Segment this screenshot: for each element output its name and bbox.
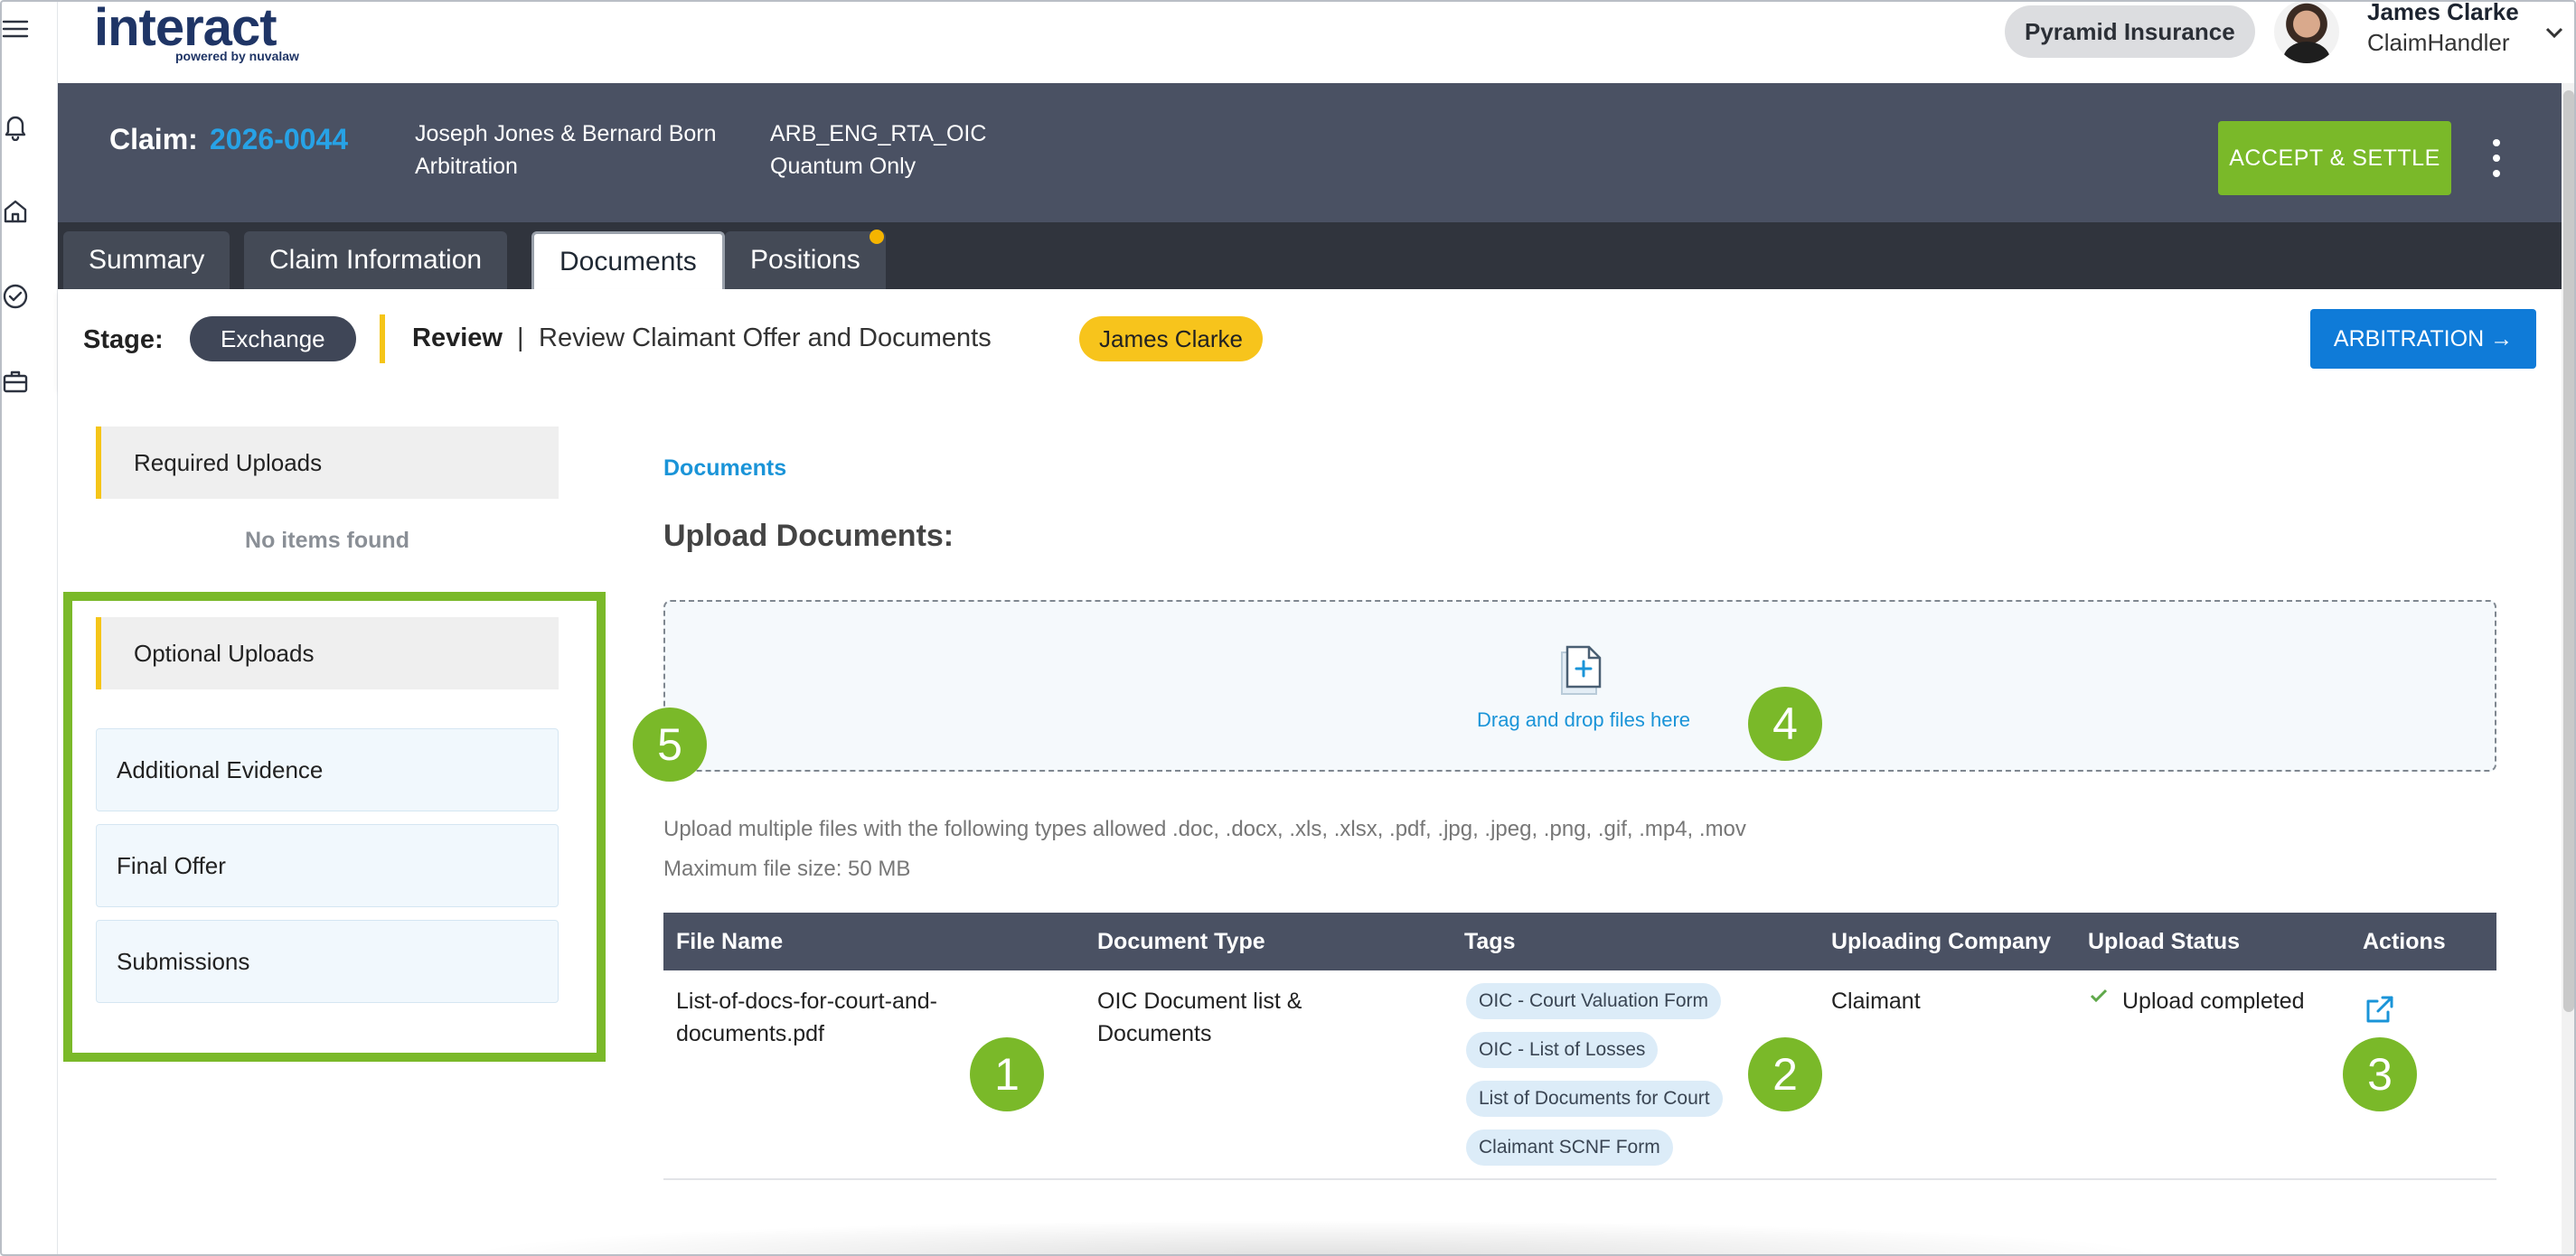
- callout-2: 2: [1748, 1037, 1822, 1111]
- chevron-down-icon[interactable]: [2542, 20, 2569, 47]
- user-avatar[interactable]: [2274, 0, 2339, 63]
- tab-documents[interactable]: Documents: [531, 231, 725, 289]
- claim-scope: Quantum Only: [770, 154, 917, 179]
- callout-1: 1: [970, 1037, 1044, 1111]
- arbitration-button[interactable]: ARBITRATION →: [2310, 309, 2536, 369]
- dropzone-text: Drag and drop files here: [1477, 708, 1691, 731]
- claim-number: 2026-0044: [210, 123, 349, 155]
- stage-description: Review Claimant Offer and Documents: [539, 323, 992, 352]
- document-type-line1: OIC Document list &: [1097, 989, 1302, 1014]
- left-rail: [0, 0, 58, 1256]
- allowed-types-text: Upload multiple files with the following…: [663, 817, 1746, 841]
- briefcase-icon[interactable]: [0, 365, 31, 398]
- table-header: File Name Document Type Tags Uploading C…: [663, 913, 2496, 970]
- callout-4: 4: [1748, 687, 1822, 761]
- col-file-name[interactable]: File Name: [676, 929, 783, 955]
- required-empty-text: No items found: [245, 528, 409, 553]
- document-type-line2: Documents: [1097, 1021, 1212, 1046]
- notification-dot: [869, 230, 884, 244]
- stage-divider: [380, 314, 385, 363]
- claim-banner: Claim: 2026-0044 Joseph Jones & Bernard …: [58, 83, 2562, 222]
- claim-label: Claim:: [109, 123, 198, 155]
- file-name-line1: List-of-docs-for-court-and-: [676, 989, 937, 1014]
- top-header: interact powered by nuvalaw Pyramid Insu…: [58, 0, 2576, 83]
- claim-parties: Joseph Jones & Bernard Born: [415, 121, 717, 146]
- claim-ref-code: ARB_ENG_RTA_OIC: [770, 121, 987, 146]
- col-upload-status[interactable]: Upload Status: [2088, 929, 2240, 955]
- callout-3: 3: [2343, 1037, 2417, 1111]
- col-actions: Actions: [2363, 929, 2446, 954]
- home-icon[interactable]: [0, 195, 31, 228]
- accept-settle-button[interactable]: ACCEPT & SETTLE: [2218, 121, 2451, 195]
- file-dropzone[interactable]: Drag and drop files here: [663, 600, 2496, 772]
- col-uploading-company[interactable]: Uploading Company: [1831, 929, 2051, 955]
- tag-pill: List of Documents for Court: [1466, 1081, 1723, 1117]
- callout-5: 5: [633, 708, 707, 782]
- stage-step: Review: [412, 323, 503, 352]
- stage-separator: |: [517, 323, 524, 352]
- user-role: ClaimHandler: [2367, 29, 2510, 56]
- page-title: Upload Documents:: [663, 519, 954, 553]
- stage-badge: Exchange: [190, 316, 356, 361]
- interact-logo[interactable]: interact powered by nuvalaw: [94, 2, 311, 65]
- bell-icon[interactable]: [0, 110, 31, 143]
- upload-status: Upload completed: [2122, 989, 2305, 1014]
- more-options-icon[interactable]: [2485, 136, 2508, 181]
- company-pill: Pyramid Insurance: [2005, 5, 2255, 58]
- optional-item-final-offer[interactable]: Final Offer: [96, 824, 559, 907]
- check-circle-icon[interactable]: [0, 280, 31, 313]
- uploading-company: Claimant: [1831, 989, 1921, 1014]
- bottom-shadow: [452, 1220, 2169, 1256]
- col-document-type[interactable]: Document Type: [1097, 929, 1265, 955]
- user-name: James Clarke: [2367, 0, 2519, 25]
- tag-pill: Claimant SCNF Form: [1466, 1129, 1673, 1166]
- tab-summary[interactable]: Summary: [63, 231, 230, 289]
- optional-uploads-heading[interactable]: Optional Uploads: [96, 617, 559, 689]
- optional-item-submissions[interactable]: Submissions: [96, 920, 559, 1003]
- col-tags[interactable]: Tags: [1464, 929, 1516, 955]
- max-size-text: Maximum file size: 50 MB: [663, 857, 911, 881]
- tab-positions[interactable]: Positions: [725, 230, 886, 289]
- tab-positions-label: Positions: [750, 245, 860, 275]
- open-external-icon[interactable]: [2363, 992, 2399, 1028]
- menu-icon[interactable]: [0, 13, 31, 45]
- optional-item-additional-evidence[interactable]: Additional Evidence: [96, 728, 559, 811]
- file-name-line2: documents.pdf: [676, 1021, 824, 1046]
- tag-pill: OIC - Court Valuation Form: [1466, 983, 1722, 1019]
- required-uploads-heading[interactable]: Required Uploads: [96, 426, 559, 499]
- check-icon: [2088, 985, 2111, 1008]
- stage-label: Stage:: [83, 325, 164, 354]
- tag-pill: OIC - List of Losses: [1466, 1032, 1659, 1068]
- claim-process: Arbitration: [415, 154, 518, 179]
- assignee-badge: James Clarke: [1079, 316, 1263, 361]
- scrollbar-thumb[interactable]: [2563, 90, 2574, 1012]
- add-file-icon: [1556, 643, 1607, 696]
- table-row: List-of-docs-for-court-and- documents.pd…: [663, 970, 2496, 1180]
- breadcrumb[interactable]: Documents: [663, 455, 786, 482]
- claim-tabs: Summary Claim Information Documents Posi…: [58, 222, 2562, 289]
- stage-bar: Stage: Exchange Review | Review Claimant…: [58, 289, 2562, 389]
- tab-claim-information[interactable]: Claim Information: [244, 231, 508, 289]
